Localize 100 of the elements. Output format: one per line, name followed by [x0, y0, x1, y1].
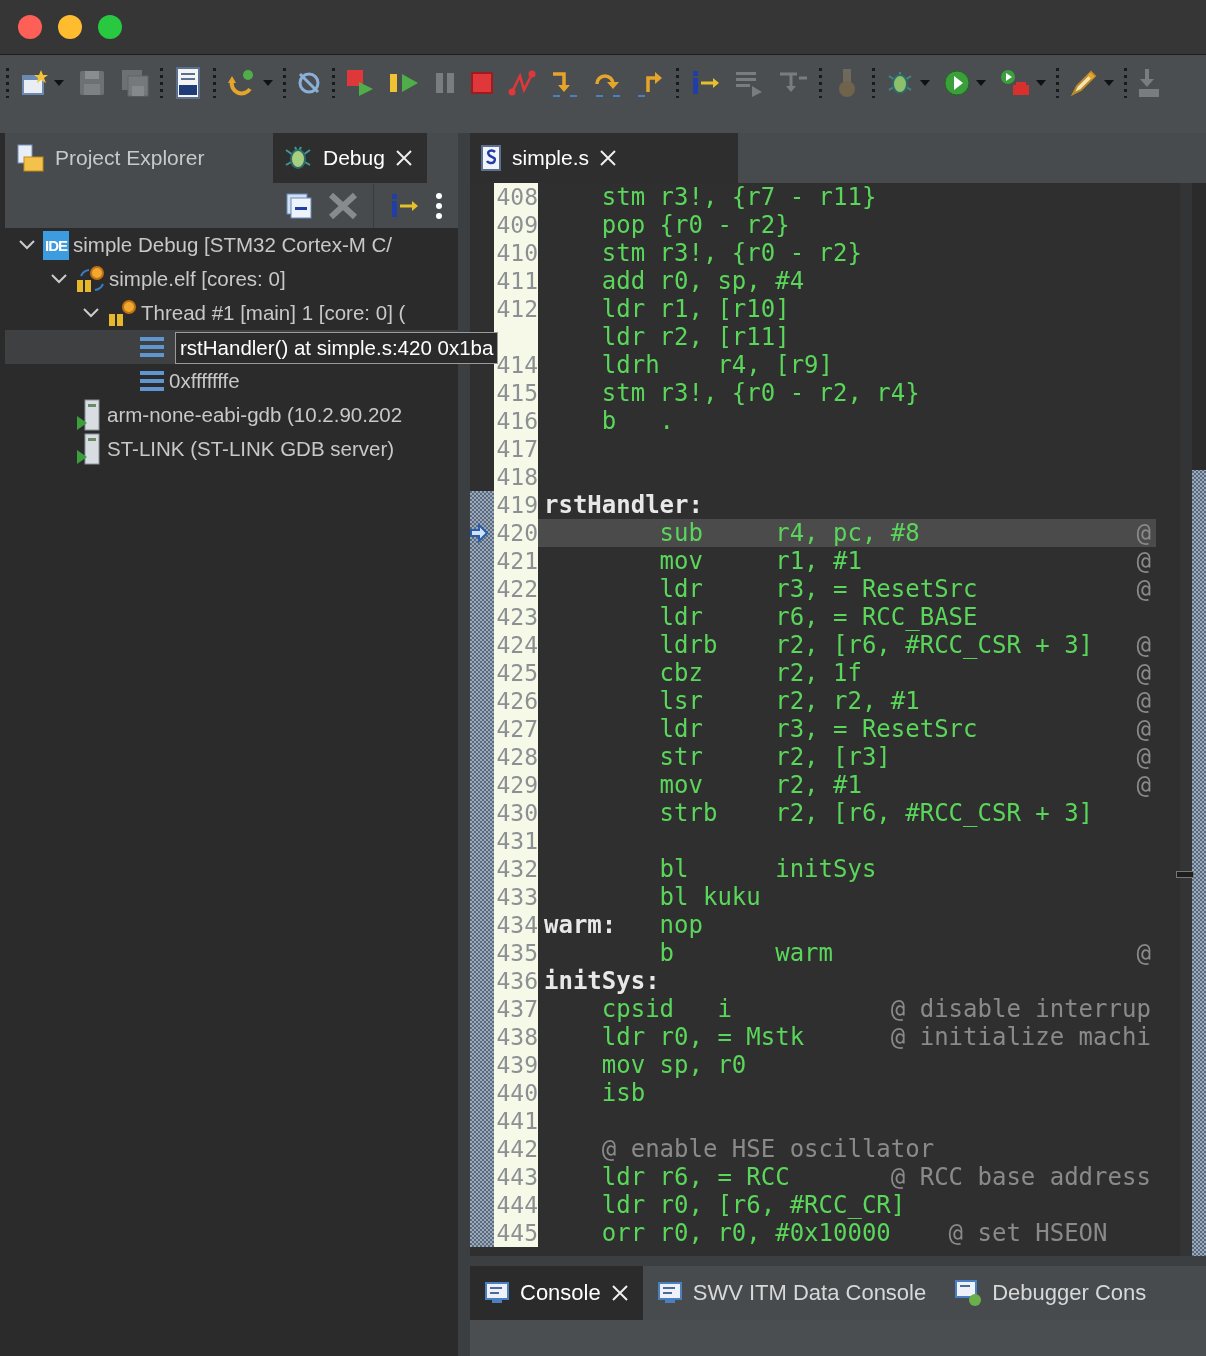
code-text: stm r3!, {r0 - r2, r4}: [600, 379, 920, 407]
code-text: bl kuku: [658, 883, 761, 911]
tree-row[interactable]: arm-none-eabi-gdb (10.2.90.202: [5, 398, 458, 432]
view-tab[interactable]: Debug: [273, 133, 427, 183]
tree-item-label: simple Debug [STM32 Cortex-M C/: [73, 233, 392, 257]
close-window-button[interactable]: [18, 15, 42, 39]
line-number: 410: [496, 240, 538, 266]
tree-item-label: ST-LINK (ST-LINK GDB server): [107, 437, 395, 461]
code-text: sub r4, pc, #8: [658, 519, 921, 547]
code-comment: @ initialize machi: [890, 1023, 1151, 1051]
code-text: mov sp, r0: [600, 1051, 747, 1079]
close-icon[interactable]: [610, 1284, 629, 1302]
debugger-console-icon: [954, 1279, 983, 1307]
dropdown-caret-icon[interactable]: [920, 80, 930, 86]
line-number: 412: [496, 296, 538, 322]
code-text: bl initSys: [658, 855, 877, 883]
zoom-window-button[interactable]: [98, 15, 122, 39]
line-number: 426: [496, 688, 538, 714]
external-tools-icon[interactable]: [999, 68, 1031, 98]
monitor-icon: [656, 1281, 683, 1305]
folder-icon: [15, 143, 45, 173]
line-number: 425: [496, 660, 538, 686]
line-number: 420: [496, 520, 538, 546]
line-number: 437: [496, 996, 538, 1022]
line-number: 429: [496, 772, 538, 798]
code-text: ldr r6, = RCC: [600, 1163, 791, 1191]
line-number: 439: [496, 1052, 538, 1078]
code-comment: @: [1136, 687, 1151, 715]
more-options-icon[interactable]: [434, 191, 444, 220]
tree-row[interactable]: ST-LINK (ST-LINK GDB server): [5, 432, 458, 466]
code-comment: @: [1136, 715, 1151, 743]
line-number: 408: [496, 184, 538, 210]
code-comment: @: [1136, 631, 1151, 659]
server-icon: [75, 432, 103, 466]
tree-row[interactable]: simple.elf [cores: 0]: [5, 262, 458, 296]
run-icon[interactable]: [943, 69, 971, 97]
collapse-all-icon[interactable]: [285, 191, 313, 220]
code-comment: @: [1136, 575, 1151, 603]
chevron-icon[interactable]: [50, 273, 68, 285]
code-text: lsr r2, r2, #1: [658, 687, 921, 715]
line-number: 411: [496, 268, 538, 294]
code-comment: @: [1136, 771, 1151, 799]
code-text: ldr r3, = ResetSrc: [658, 715, 979, 743]
code-comment: @ disable interrup: [890, 995, 1151, 1023]
code-text: strb r2, [r6, #RCC_CSR + 3]: [658, 799, 1094, 827]
line-number: 440: [496, 1080, 538, 1106]
code-text: ldr r6, = RCC_BASE: [658, 603, 978, 631]
code-text: ldrb r2, [r6, #RCC_CSR + 3]: [658, 631, 1095, 659]
line-number: 409: [496, 212, 538, 238]
code-label: warm:: [544, 911, 617, 939]
code-comment: @: [1136, 519, 1151, 547]
code-text: cpsid i: [600, 995, 733, 1023]
stack-frame-icon: [139, 335, 165, 359]
dropdown-caret-icon[interactable]: [1036, 80, 1046, 86]
code-text: isb: [600, 1079, 646, 1107]
pen-icon[interactable]: [1069, 68, 1099, 98]
minimize-window-button[interactable]: [58, 15, 82, 39]
monitor-icon: [484, 1281, 510, 1305]
process-gear-icon: [75, 264, 105, 294]
line-number: 414: [496, 352, 538, 378]
dropdown-caret-icon[interactable]: [263, 80, 273, 86]
dropdown-caret-icon[interactable]: [976, 80, 986, 86]
overview-marker[interactable]: [1176, 871, 1194, 878]
tree-row[interactable]: 0xfffffffe: [5, 364, 458, 398]
app-badge: IDE: [43, 230, 69, 260]
server-icon: [75, 398, 103, 432]
dropdown-caret-icon[interactable]: [54, 80, 64, 86]
code-comment: @: [1136, 547, 1151, 575]
remove-all-icon[interactable]: [327, 190, 359, 221]
close-icon[interactable]: [394, 149, 413, 167]
editor-tab[interactable]: simple.s: [470, 133, 738, 183]
code-text: stm r3!, {r0 - r2}: [600, 239, 862, 267]
line-number: 438: [496, 1024, 538, 1050]
line-number: 423: [496, 604, 538, 630]
line-number: 436: [496, 968, 538, 994]
line-number: 444: [496, 1192, 538, 1218]
line-number: 435: [496, 940, 538, 966]
line-number: 433: [496, 884, 538, 910]
code-text: orr r0, r0, #0x10000: [600, 1219, 892, 1247]
tooltip: rstHandler() at simple.s:420 0x1ba: [175, 332, 499, 364]
dropdown-caret-icon[interactable]: [1104, 80, 1114, 86]
line-number: 431: [496, 828, 538, 854]
code-text: mov r2, #1: [658, 771, 863, 799]
tree-row[interactable]: IDE simple Debug [STM32 Cortex-M C/: [5, 228, 458, 262]
code-comment: @: [1136, 659, 1151, 687]
new-file-icon[interactable]: [19, 68, 49, 98]
chevron-icon[interactable]: [18, 239, 36, 251]
code-text: b .: [600, 407, 675, 435]
console-tab[interactable]: Console: [470, 1266, 643, 1320]
tree-item-label: Thread #1 [main] 1 [core: 0] (: [141, 301, 406, 325]
line-number: 415: [496, 380, 538, 406]
code-text: add r0, sp, #4: [600, 267, 805, 295]
instruction-pointer-icon: [470, 523, 488, 543]
code-text: ldr r3, = ResetSrc: [658, 575, 979, 603]
console-tab[interactable]: SWV ITM Data Console: [642, 1266, 941, 1320]
chevron-icon[interactable]: [82, 307, 100, 319]
code-text: ldrh r4, [r9]: [600, 351, 833, 379]
close-icon[interactable]: [599, 149, 618, 167]
tree-row[interactable]: Thread #1 [main] 1 [core: 0] (: [5, 296, 458, 330]
console-tab[interactable]: Debugger Cons: [940, 1266, 1161, 1320]
